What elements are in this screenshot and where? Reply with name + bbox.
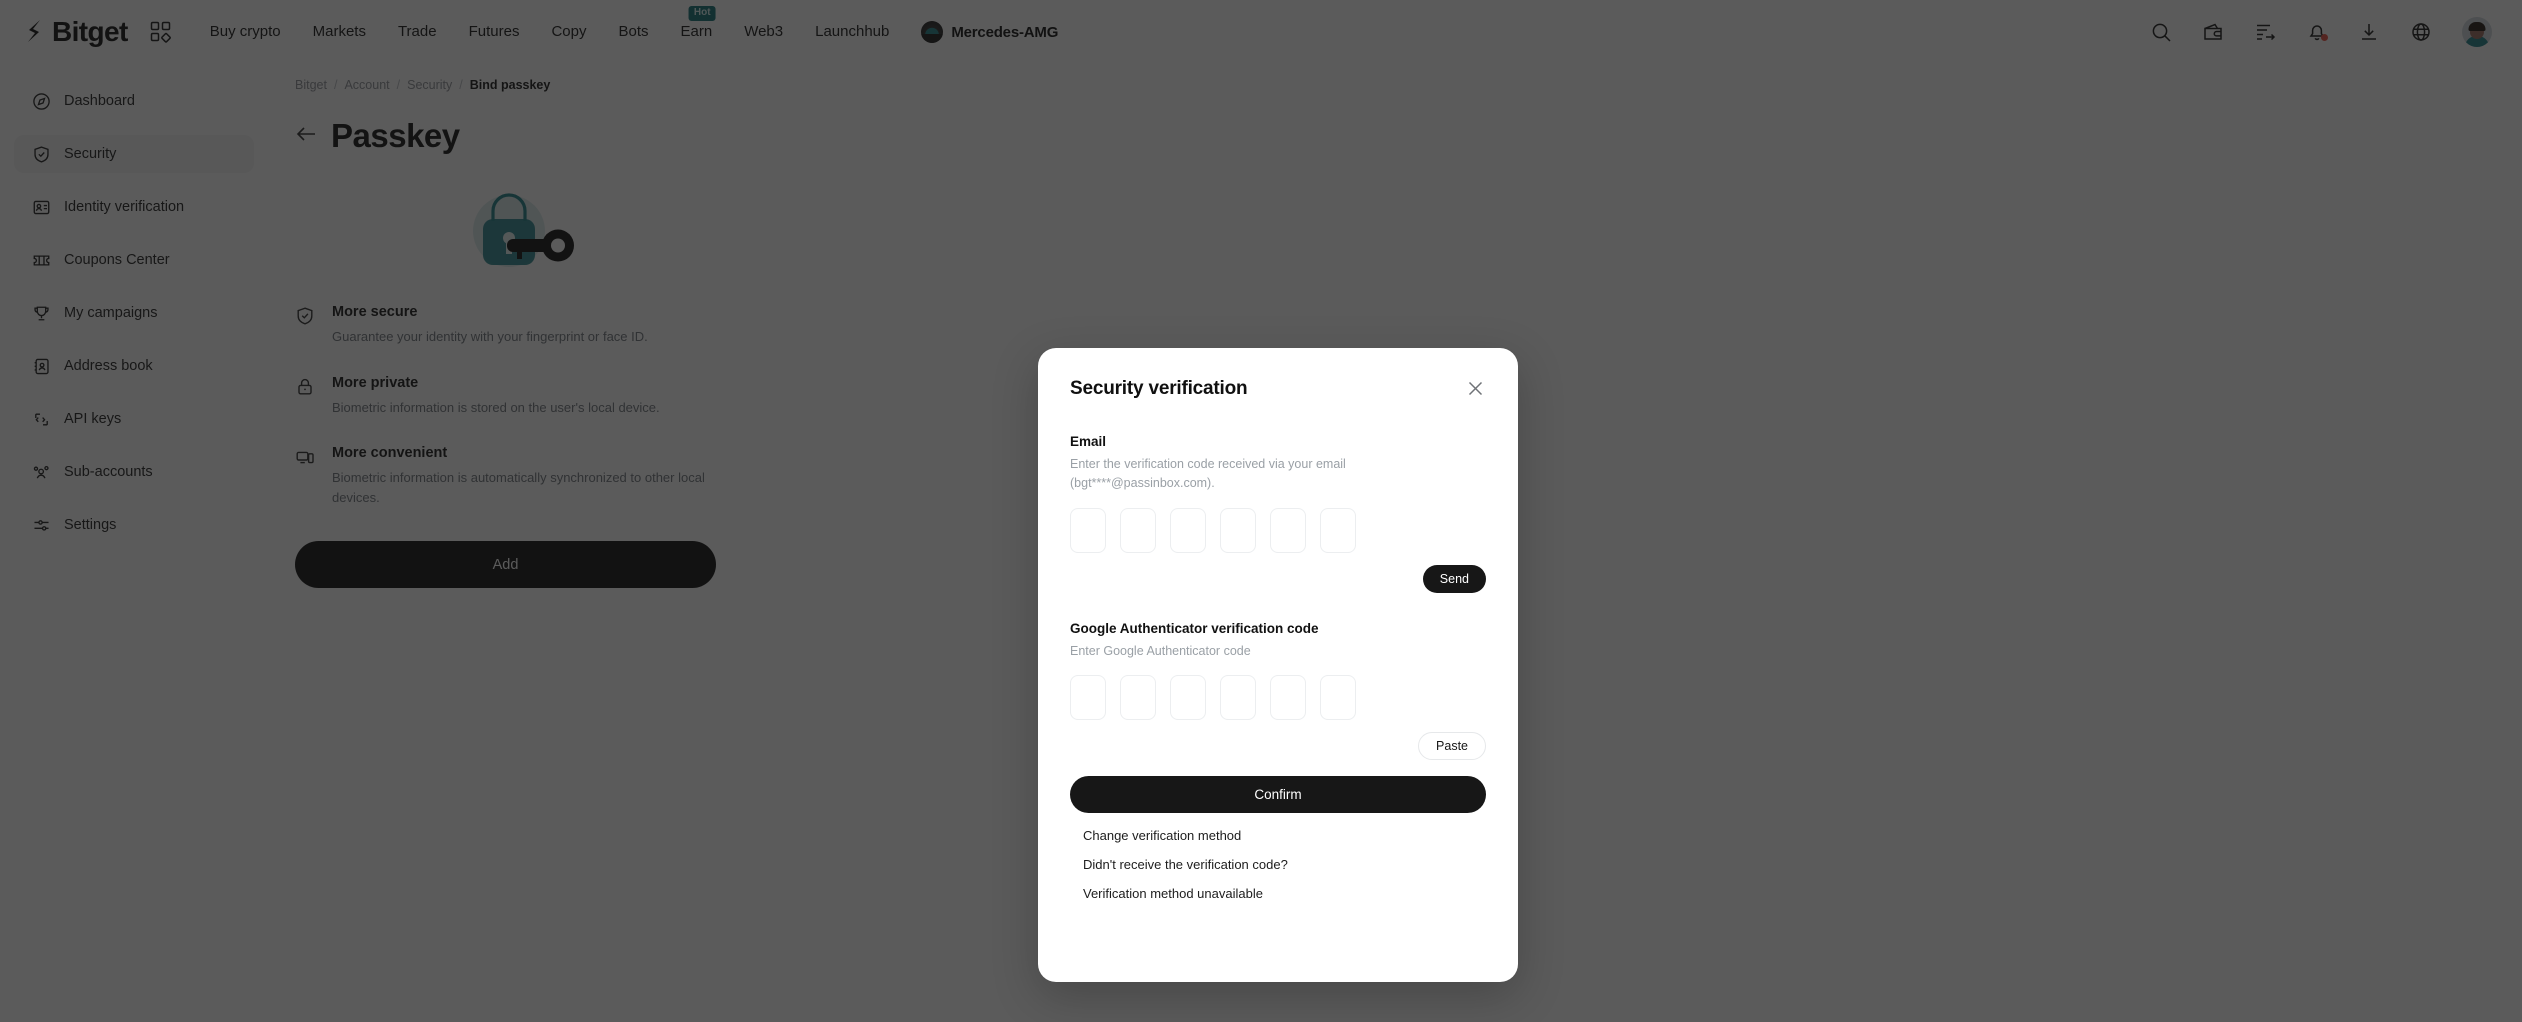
paste-button-row: Paste [1070, 732, 1486, 761]
modal-links: Change verification method Didn't receiv… [1070, 828, 1486, 901]
email-field-label: Email [1070, 434, 1107, 449]
email-otp-input-1[interactable] [1070, 507, 1106, 553]
send-code-button[interactable]: Send [1422, 564, 1486, 593]
authenticator-otp-row [1070, 675, 1486, 721]
change-verification-method-link[interactable]: Change verification method [1083, 828, 1241, 843]
modal-title: Security verification [1070, 378, 1248, 399]
email-otp-input-5[interactable] [1270, 507, 1306, 553]
authenticator-otp-input-4[interactable] [1220, 675, 1256, 721]
email-otp-input-6[interactable] [1320, 507, 1356, 553]
authenticator-otp-input-6[interactable] [1320, 675, 1356, 721]
authenticator-field-label: Google Authenticator verification code [1070, 620, 1319, 636]
email-field-hint: Enter the verification code received via… [1070, 457, 1346, 491]
google-authenticator-section: Google Authenticator verification code E… [1070, 620, 1486, 761]
modal-header: Security verification [1070, 378, 1486, 402]
authenticator-otp-input-2[interactable] [1120, 675, 1156, 721]
email-otp-input-3[interactable] [1170, 507, 1206, 553]
didnt-receive-code-link[interactable]: Didn't receive the verification code? [1083, 857, 1288, 872]
security-verification-modal: Security verification Email Enter the ve… [1038, 348, 1518, 982]
email-otp-input-4[interactable] [1220, 507, 1256, 553]
email-otp-row [1070, 507, 1486, 553]
authenticator-field-hint: Enter Google Authenticator code [1070, 643, 1251, 658]
email-otp-input-2[interactable] [1120, 507, 1156, 553]
send-button-row: Send [1070, 564, 1486, 593]
verification-method-unavailable-link[interactable]: Verification method unavailable [1083, 886, 1263, 901]
authenticator-otp-input-1[interactable] [1070, 675, 1106, 721]
authenticator-otp-input-3[interactable] [1170, 675, 1206, 721]
confirm-button[interactable]: Confirm [1070, 776, 1486, 814]
authenticator-otp-input-5[interactable] [1270, 675, 1306, 721]
email-verification-section: Email Enter the verification code receiv… [1070, 434, 1486, 593]
paste-code-button[interactable]: Paste [1418, 732, 1486, 761]
close-x-icon[interactable] [1465, 378, 1486, 402]
